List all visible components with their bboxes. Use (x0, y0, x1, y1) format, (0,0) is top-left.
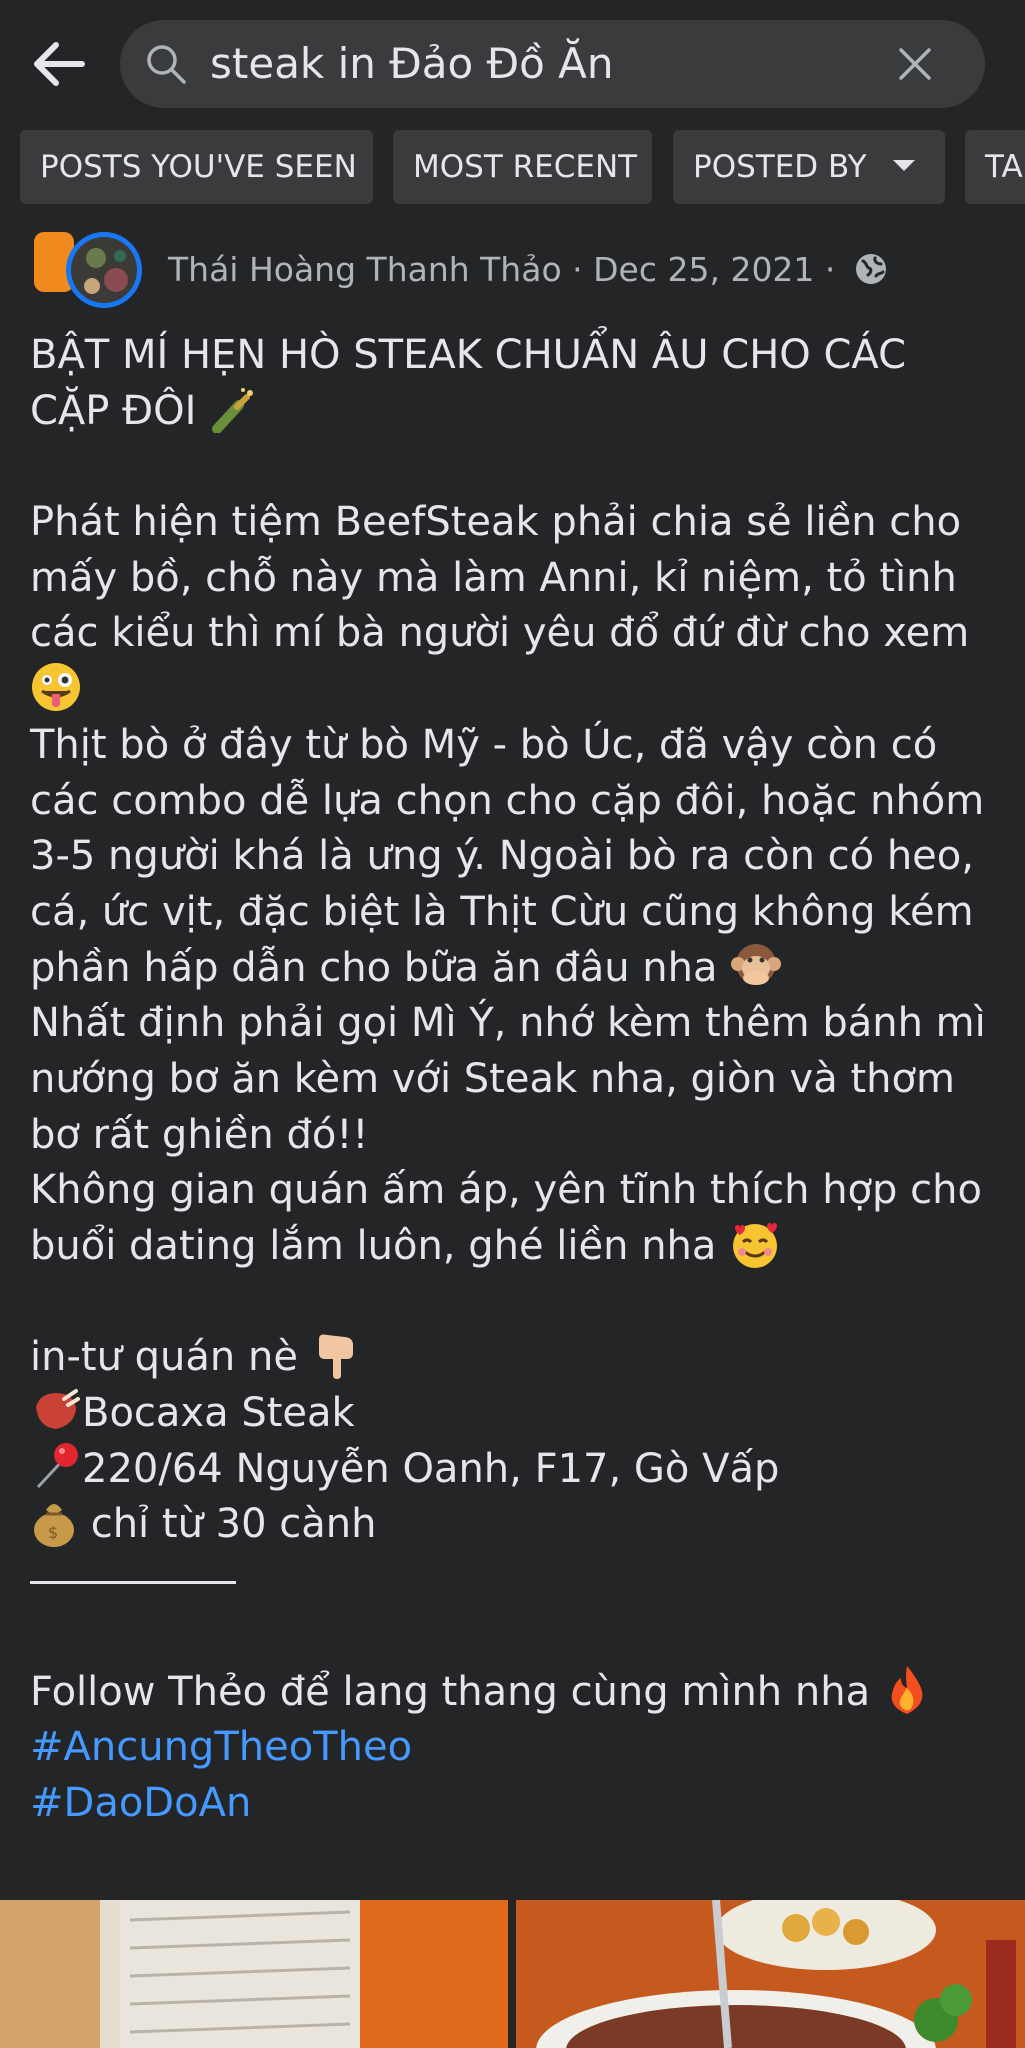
search-bar[interactable]: steak in Đảo Đồ Ăn (120, 20, 985, 108)
filter-posted-by[interactable]: POSTED BY (673, 130, 945, 204)
post-line: Nhất định phải gọi Mì Ý, nhớ kèm thêm bá… (30, 1000, 986, 1047)
money-bag-icon: $ (34, 1504, 74, 1548)
post-line: in-tư quán nè (30, 1330, 1000, 1386)
post-line: Follow Thẻo để lang thang cùng mình nha (30, 1665, 1000, 1721)
meta-separator: · (561, 250, 594, 289)
post-line: CẶP ĐÔI (30, 384, 1000, 440)
caret-down-icon (892, 160, 915, 171)
speak-no-evil-monkey-icon (731, 943, 782, 985)
post-line: 3-5 người khá là ưng ý. Ngoài bò ra còn … (30, 833, 974, 880)
post-text: BẬT MÍ HẸN HÒ STEAK CHUẨN ÂU CHO CÁC CẶP… (30, 328, 1000, 1832)
post-line: mấy bồ, chỗ này mà làm Anni, kỉ niệm, tỏ… (30, 554, 957, 601)
filter-label: POSTS YOU'VE SEEN (40, 149, 357, 185)
smiling-face-hearts-icon (733, 1223, 778, 1268)
filter-most-recent[interactable]: MOST RECENT (393, 130, 652, 204)
post-line: BẬT MÍ HẸN HÒ STEAK CHUẨN ÂU CHO CÁC (30, 332, 907, 378)
post-meta: Thái Hoàng Thanh Thảo · Dec 25, 2021 · (168, 228, 888, 312)
divider (30, 1580, 236, 1584)
globe-icon (855, 253, 886, 284)
search-icon (147, 45, 186, 84)
filter-chips: POSTS YOU'VE SEEN MOST RECENT POSTED BY … (0, 130, 1025, 204)
search-header: steak in Đảo Đồ Ăn (0, 0, 1025, 122)
fire-icon (891, 1665, 923, 1714)
meat-icon (36, 1389, 80, 1430)
filter-label: TA (985, 149, 1023, 185)
post-photo[interactable] (0, 1900, 508, 2048)
post-date[interactable]: Dec 25, 2021 (593, 250, 814, 289)
post-line: Bocaxa Steak (30, 1386, 1000, 1442)
post-line: nướng bơ ăn kèm với Steak nha, giòn và t… (30, 1055, 955, 1102)
hashtag-link[interactable]: #DaoDoAn (30, 1776, 1000, 1832)
svg-text:$: $ (48, 1523, 58, 1542)
post-line: cá, ức vịt, đặc biệt là Thịt Cừu cũng kh… (30, 888, 974, 935)
post-header: Thái Hoàng Thanh Thảo · Dec 25, 2021 · (30, 228, 1010, 312)
back-button[interactable] (20, 26, 96, 102)
round-pushpin-icon (36, 1442, 78, 1488)
post-line (30, 1553, 1000, 1609)
post-line: buổi dating lắm luôn, ghé liền nha (30, 1219, 1000, 1275)
meta-separator: · (814, 250, 846, 289)
post-line: phần hấp dẫn cho bữa ăn đâu nha (30, 941, 1000, 997)
filter-label: POSTED BY (693, 149, 867, 185)
close-icon[interactable] (895, 44, 935, 84)
post-line: 220/64 Nguyễn Oanh, F17, Gò Vấp (30, 1442, 1000, 1498)
post-line: bơ rất ghiền đó!! (30, 1111, 369, 1158)
post-photos (0, 1900, 1025, 2048)
tongue-wink-emoji-icon (32, 663, 80, 712)
hashtag-link[interactable]: #AncungTheoTheo (30, 1720, 1000, 1776)
post-line: Thịt bò ở đây từ bò Mỹ - bò Úc, đã vậy c… (30, 721, 938, 768)
avatar[interactable] (30, 228, 150, 312)
arrow-left-icon (34, 42, 85, 86)
search-input[interactable]: steak in Đảo Đồ Ăn (210, 20, 614, 108)
author-name[interactable]: Thái Hoàng Thanh Thảo (168, 250, 562, 289)
filter-tagged[interactable]: TA (965, 130, 1025, 204)
pointing-down-hand-icon (318, 1334, 353, 1380)
post-line: các combo dễ lựa chọn cho cặp đôi, hoặc … (30, 777, 985, 824)
post-line (30, 662, 1000, 718)
search-results-page: steak in Đảo Đồ Ăn POSTS YOU'VE SEEN MOS… (0, 0, 1025, 2048)
post-line: Không gian quán ấm áp, yên tĩnh thích hợ… (30, 1167, 982, 1214)
post-line: $ chỉ từ 30 cành (30, 1497, 1000, 1553)
filter-label: MOST RECENT (413, 149, 638, 185)
post-line: Phát hiện tiệm BeefSteak phải chia sẻ li… (30, 499, 962, 546)
post-line: các kiểu thì mí bà người yêu đổ đứ đừ ch… (30, 610, 970, 657)
champagne-icon (212, 387, 254, 433)
post-photo[interactable] (516, 1900, 1025, 2048)
filter-posts-youve-seen[interactable]: POSTS YOU'VE SEEN (20, 130, 373, 204)
